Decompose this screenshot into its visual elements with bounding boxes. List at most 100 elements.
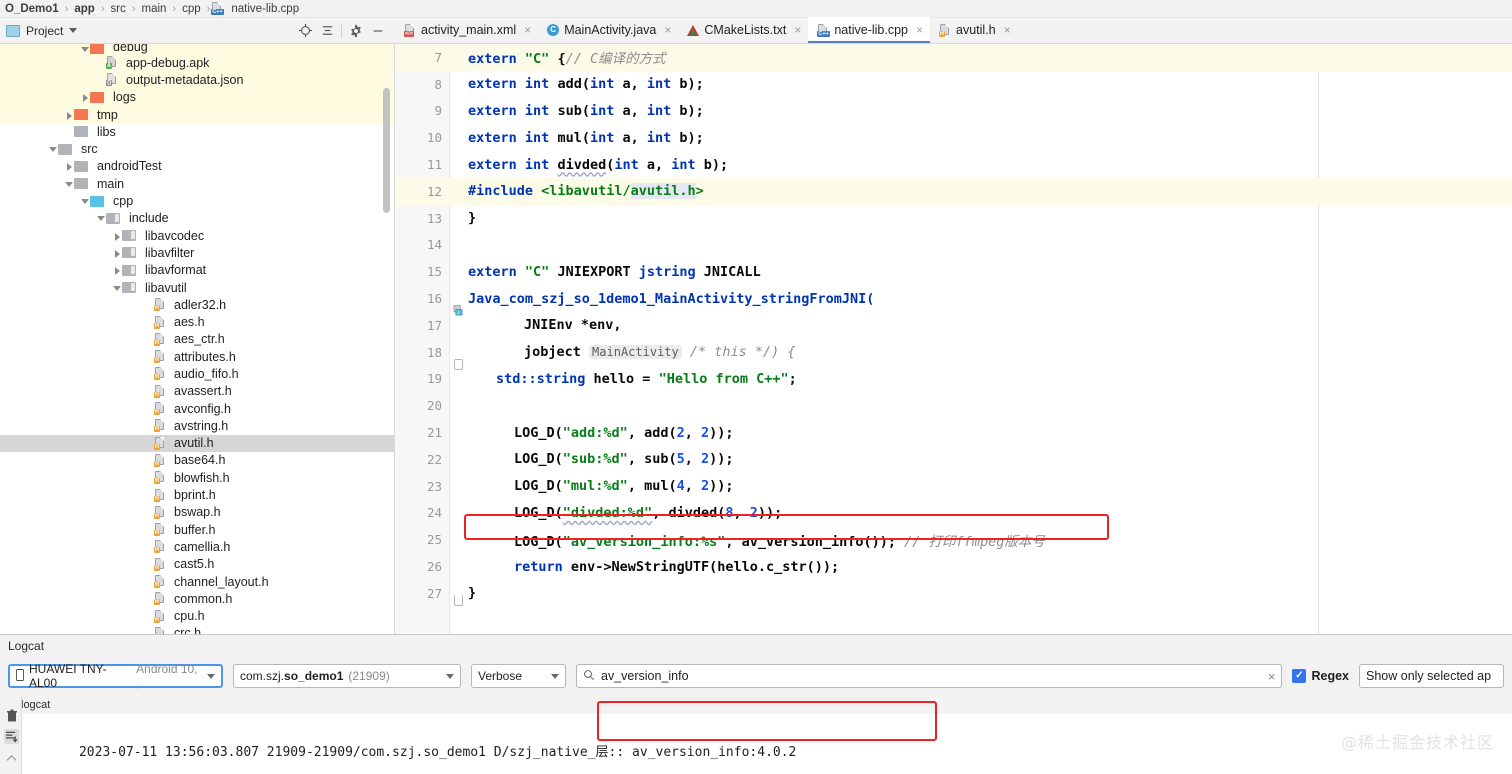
tree-item-app-debug-apk[interactable]: Aapp-debug.apk (0, 54, 394, 72)
breadcrumb-item-native-lib-cpp[interactable]: C++ native-lib.cpp (211, 2, 304, 15)
tab-avutil-h[interactable]: Havutil.h × (930, 17, 1018, 43)
tree-toggle-arrow[interactable] (112, 283, 122, 293)
chevron-down-icon[interactable] (551, 673, 559, 679)
tree-item-avstring-h[interactable]: Havstring.h (0, 417, 394, 434)
tree-item-buffer-h[interactable]: Hbuffer.h (0, 521, 394, 538)
up-arrow-icon[interactable] (4, 751, 19, 766)
collapse-all-icon[interactable] (316, 20, 338, 42)
tree-item-adler32-h[interactable]: Hadler32.h (0, 296, 394, 313)
code-line-15[interactable]: 15 extern "C" JNIEXPORT jstring JNICALL (395, 258, 1512, 285)
regex-checkbox[interactable]: ✓ (1292, 669, 1307, 683)
tree-item-libavformat[interactable]: libavformat (0, 262, 394, 279)
tree-toggle-arrow[interactable] (64, 179, 74, 189)
clear-search-icon[interactable]: × (1268, 669, 1276, 684)
minimize-icon[interactable] (367, 20, 389, 42)
code-line-9[interactable]: 9 extern int sub(int a, int b); (395, 98, 1512, 125)
code-line-22[interactable]: 22 LOG_D("sub:%d", sub(5, 2)); (395, 446, 1512, 473)
trash-icon[interactable] (4, 708, 19, 723)
tree-item-crc-h[interactable]: Hcrc.h (0, 625, 394, 634)
close-icon[interactable]: × (1004, 24, 1011, 36)
code-line-17[interactable]: 17 JNIEnv *env, (395, 312, 1512, 339)
tree-item-avutil-h[interactable]: Havutil.h (0, 434, 394, 452)
locate-icon[interactable] (294, 20, 316, 42)
process-selector[interactable]: com.szj. so_demo1 (21909) (233, 664, 461, 688)
tree-item-base64-h[interactable]: Hbase64.h (0, 452, 394, 469)
code-line-20[interactable]: 20 (395, 392, 1512, 419)
regex-toggle[interactable]: ✓ Regex (1292, 669, 1349, 683)
code-line-12[interactable]: 12 #include <libavutil/avutil.h> (395, 177, 1512, 205)
tab-mainactivity-java[interactable]: C MainActivity.java × (538, 17, 678, 43)
settings-gear-icon[interactable] (345, 20, 367, 42)
show-only-selected-selector[interactable]: Show only selected ap (1359, 664, 1504, 688)
tree-toggle-arrow[interactable] (112, 231, 122, 241)
close-icon[interactable]: × (524, 24, 531, 36)
tree-item-aes_ctr-h[interactable]: Haes_ctr.h (0, 331, 394, 348)
tab-native-lib-cpp[interactable]: C++ native-lib.cpp × (808, 17, 931, 43)
scroll-to-end-icon[interactable] (4, 729, 19, 744)
project-tree-scrollbar[interactable] (383, 88, 390, 213)
code-line-18[interactable]: 18 jobject MainActivity /* this */) { (395, 339, 1512, 371)
tree-toggle-arrow[interactable] (80, 92, 90, 103)
code-editor[interactable]: 7 extern "C" {// C编译的方式 8 extern int add… (395, 44, 1512, 634)
code-line-23[interactable]: 23 LOG_D("mul:%d", mul(4, 2)); (395, 473, 1512, 500)
code-line-26[interactable]: 26 return env->NewStringUTF(hello.c_str(… (395, 553, 1512, 580)
tree-item-main[interactable]: main (0, 175, 394, 192)
tree-item-src[interactable]: src (0, 140, 394, 157)
tree-toggle-arrow[interactable] (96, 213, 106, 223)
tree-item-cast5-h[interactable]: Hcast5.h (0, 556, 394, 573)
tree-item-avconfig-h[interactable]: Havconfig.h (0, 400, 394, 417)
tree-item-common-h[interactable]: Hcommon.h (0, 590, 394, 607)
close-icon[interactable]: × (916, 24, 923, 36)
tree-toggle-arrow[interactable] (112, 248, 122, 258)
tree-item-camellia-h[interactable]: Hcamellia.h (0, 538, 394, 555)
breadcrumb-item-main[interactable]: main (137, 3, 172, 15)
breadcrumb-item-cpp[interactable]: cpp (177, 3, 206, 15)
tree-item-attributes-h[interactable]: Hattributes.h (0, 348, 394, 365)
tree-item-androidtest[interactable]: androidTest (0, 158, 394, 175)
tree-toggle-arrow[interactable] (48, 144, 58, 154)
close-icon[interactable]: × (664, 24, 671, 36)
tree-item-libavfilter[interactable]: libavfilter (0, 244, 394, 261)
tree-toggle-arrow[interactable] (80, 44, 90, 54)
code-line-8[interactable]: 8 extern int add(int a, int b); (395, 71, 1512, 98)
code-line-27[interactable]: 27 } (395, 580, 1512, 607)
tree-item-libs[interactable]: libs (0, 123, 394, 140)
tree-item-channel_layout-h[interactable]: Hchannel_layout.h (0, 573, 394, 590)
code-line-24[interactable]: 24 LOG_D("divded:%d", divded(8, 2)); (395, 500, 1512, 527)
logcat-search-field[interactable]: av_version_info × (576, 664, 1283, 688)
editor-tabbar[interactable]: </> activity_main.xml × C MainActivity.java ×… (395, 17, 1512, 44)
tree-item-bswap-h[interactable]: Hbswap.h (0, 504, 394, 521)
tab-cmakelists-txt[interactable]: CMakeLists.txt × (678, 17, 808, 43)
tree-item-logs[interactable]: logs (0, 88, 394, 106)
tree-item-debug[interactable]: debug (0, 44, 394, 54)
code-line-13[interactable]: 13 } (395, 205, 1512, 232)
code-line-19[interactable]: 19 std::string hello = "Hello from C++"; (395, 366, 1512, 393)
tree-item-aes-h[interactable]: Haes.h (0, 313, 394, 330)
close-icon[interactable]: × (794, 24, 801, 36)
tree-toggle-arrow[interactable] (80, 196, 90, 206)
project-tree[interactable]: debug Aapp-debug.apk{} output-metadata.jso… (0, 44, 395, 634)
tree-toggle-arrow[interactable] (64, 110, 74, 120)
device-selector[interactable]: HUAWEI TNY-AL00 Android 10, , (8, 662, 223, 690)
code-line-10[interactable]: 10 extern int mul(int a, int b); (395, 124, 1512, 151)
tree-item-cpp[interactable]: cpp (0, 192, 394, 209)
tab-activity_main-xml[interactable]: </> activity_main.xml × (395, 17, 538, 43)
code-line-25[interactable]: 25 LOG_D("av_version_info:%s", av_versio… (395, 526, 1512, 553)
code-line-21[interactable]: 21 LOG_D("add:%d", add(2, 2)); (395, 419, 1512, 446)
tree-item-include[interactable]: include (0, 210, 394, 227)
chevron-down-icon[interactable] (207, 673, 215, 679)
tree-item-audio_fifo-h[interactable]: Haudio_fifo.h (0, 365, 394, 382)
tree-item-tmp[interactable]: tmp (0, 105, 394, 124)
tree-toggle-arrow[interactable] (112, 265, 122, 276)
code-line-7[interactable]: 7 extern "C" {// C编译的方式 (395, 44, 1512, 71)
breadcrumb-item-o_demo1[interactable]: O_Demo1 (0, 3, 64, 15)
chevron-down-icon[interactable] (69, 28, 78, 33)
tree-item-output-metadata-json[interactable]: {} output-metadata.json (0, 71, 394, 89)
tree-item-libavcodec[interactable]: libavcodec (0, 227, 394, 244)
tree-toggle-arrow[interactable] (64, 161, 74, 172)
tree-item-blowfish-h[interactable]: Hblowfish.h (0, 469, 394, 486)
tree-item-libavutil[interactable]: libavutil (0, 279, 394, 296)
code-line-11[interactable]: 11 extern int divded(int a, int b); (395, 151, 1512, 178)
logcat-output[interactable]: 2023-07-11 13:56:03.807 21909-21909/com.… (22, 714, 1512, 774)
code-line-14[interactable]: 14 (395, 232, 1512, 259)
